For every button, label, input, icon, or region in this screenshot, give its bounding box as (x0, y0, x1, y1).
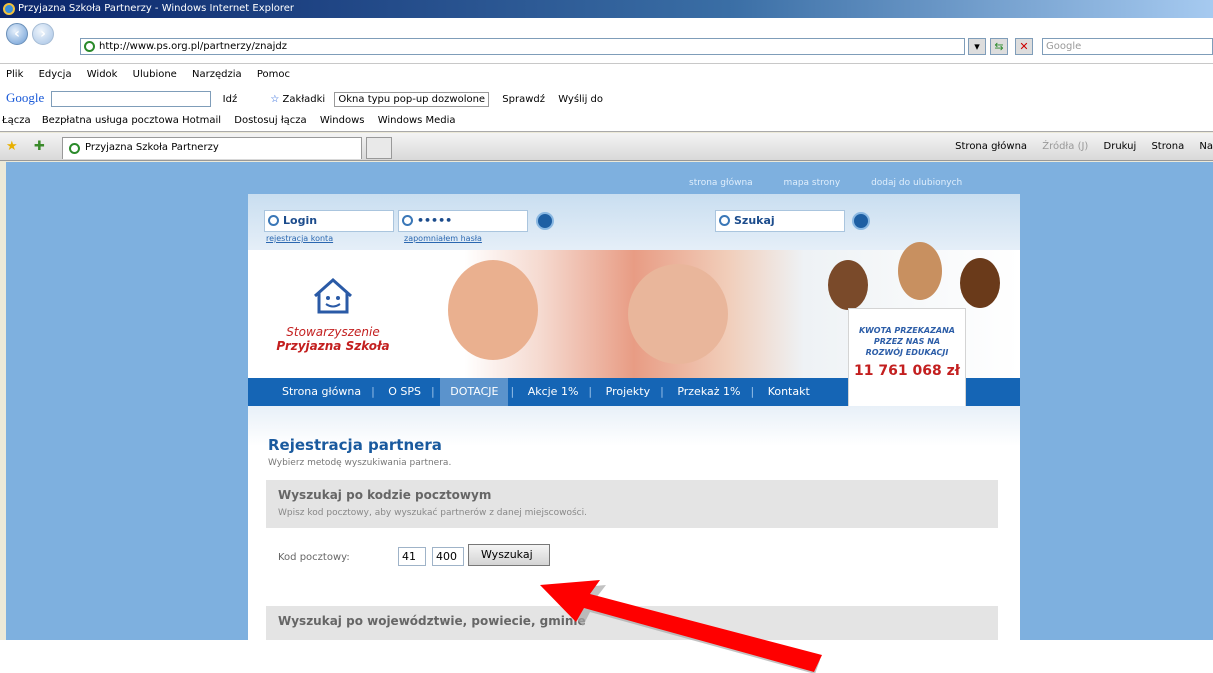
forward-button[interactable]: › (32, 23, 54, 45)
people-photo-3 (960, 258, 1000, 308)
section-postal-title: Wyszukaj po kodzie pocztowym (278, 488, 492, 502)
star-icon: ☆ (270, 94, 280, 105)
kwota-line2: PRZEZ NAS NA (873, 337, 941, 346)
login-go-button[interactable] (536, 212, 554, 230)
spellcheck-button[interactable]: Sprawdź (502, 94, 545, 105)
address-dropdown-button[interactable]: ▾ (968, 38, 986, 55)
people-photo-1 (828, 260, 868, 310)
links-bar: Łącza Bezpłatna usługa pocztowa Hotmail … (0, 110, 1213, 132)
page-button[interactable]: Strona (1151, 141, 1184, 152)
popup-button[interactable]: Okna typu pop-up dozwolone (334, 92, 490, 107)
login-field[interactable]: Login (264, 210, 394, 232)
postal-code-label: Kod pocztowy: (278, 552, 350, 563)
browser-window: Przyjazna Szkoła Partnerzy - Windows Int… (0, 0, 1213, 640)
page-subtitle: Wybierz metodę wyszukiwania partnera. (268, 458, 452, 468)
back-button[interactable]: ‹ (6, 23, 28, 45)
google-logo: Google (6, 90, 45, 105)
section-region: Wyszukaj po województwie, powiecie, gmin… (266, 606, 998, 640)
forgot-password-link[interactable]: zapomniałem hasła (404, 234, 482, 243)
send-button[interactable]: Wyślij do (558, 94, 603, 105)
site-favicon (84, 41, 95, 52)
bookmarks-button[interactable]: Zakładki (283, 94, 326, 105)
child-photo-1 (448, 260, 538, 360)
donation-box: KWOTA PRZEKAZANA PRZEZ NAS NA ROZWÓJ EDU… (848, 308, 966, 410)
tab-bar: ★ ✚ Przyjazna Szkoła Partnerzy Strona gł… (0, 133, 1213, 161)
refresh-icon[interactable]: ⇆ (990, 38, 1008, 55)
kwota-line3: ROZWÓJ EDUKACJI (865, 348, 949, 357)
google-search-input[interactable] (51, 91, 212, 107)
search-icon (719, 215, 730, 226)
ie-icon (3, 3, 15, 15)
title-bar: Przyjazna Szkoła Partnerzy - Windows Int… (0, 0, 1213, 18)
page-title: Rejestracja partnera (268, 436, 442, 454)
menu-help[interactable]: Pomoc (257, 69, 290, 80)
nav-projects[interactable]: Projekty (598, 378, 658, 406)
postal-code-part2[interactable]: 400 (432, 547, 464, 566)
link-hotmail[interactable]: Bezpłatna usługa pocztowa Hotmail (42, 115, 221, 126)
tab-active[interactable]: Przyjazna Szkoła Partnerzy (62, 137, 362, 159)
postal-code-part1[interactable]: 41 (398, 547, 426, 566)
tools-button[interactable]: Na (1199, 141, 1213, 152)
menu-bar: Plik Edycja Widok Ulubione Narzędzia Pom… (0, 64, 1213, 86)
nav-about[interactable]: O SPS (380, 378, 429, 406)
menu-view[interactable]: Widok (87, 69, 118, 80)
site-logo[interactable]: Stowarzyszenie Przyjazna Szkoła (268, 276, 398, 353)
favorites-star-icon[interactable]: ★ (6, 139, 18, 154)
menu-edit[interactable]: Edycja (39, 69, 72, 80)
nav-donate[interactable]: Przekaż 1% (669, 378, 748, 406)
site-page: Login rejestracja konta ••••• zapomniałe… (248, 194, 1020, 640)
child-photo-2 (628, 264, 728, 364)
print-button[interactable]: Drukuj (1104, 141, 1137, 152)
menu-favorites[interactable]: Ulubione (133, 69, 177, 80)
address-input[interactable]: http://www.ps.org.pl/partnerzy/znajdz (80, 38, 965, 55)
people-photo-2 (898, 242, 942, 300)
section-postal: Wyszukaj po kodzie pocztowym Wpisz kod p… (266, 480, 998, 528)
logo-line2: Przyjazna Szkoła (276, 339, 390, 353)
register-link[interactable]: rejestracja konta (266, 234, 333, 243)
link-customize[interactable]: Dostosuj łącza (234, 115, 306, 126)
menu-file[interactable]: Plik (6, 69, 23, 80)
search-go-button[interactable] (852, 212, 870, 230)
section-postal-desc: Wpisz kod pocztowy, aby wyszukać partner… (278, 508, 587, 518)
feeds-button[interactable]: Źródła (J) (1042, 141, 1088, 152)
tab-favicon (69, 143, 80, 154)
logo-line1: Stowarzyszenie (286, 325, 380, 339)
search-input[interactable]: Google (1042, 38, 1213, 55)
go-button[interactable]: Idź (223, 94, 238, 105)
nav-home[interactable]: Strona główna (274, 378, 369, 406)
kwota-amount: 11 761 068 zł (854, 363, 960, 379)
google-toolbar: Google Idź ☆ Zakładki Okna typu pop-up d… (0, 86, 1213, 110)
add-favorite-icon[interactable]: ✚ (34, 139, 45, 154)
page-viewport: strona główna mapa strony dodaj do ulubi… (6, 162, 1213, 640)
link-windows[interactable]: Windows (320, 115, 365, 126)
section-region-title: Wyszukaj po województwie, powiecie, gmin… (278, 614, 586, 628)
top-link-home[interactable]: strona główna (689, 178, 753, 188)
house-smile-icon (314, 277, 352, 314)
login-row: Login rejestracja konta ••••• zapomniałe… (248, 194, 1020, 252)
address-toolbar: ‹ › http://www.ps.org.pl/partnerzy/znajd… (0, 18, 1213, 64)
window-title: Przyjazna Szkoła Partnerzy - Windows Int… (18, 3, 295, 14)
new-tab-button[interactable] (366, 137, 392, 159)
user-icon (268, 215, 279, 226)
top-link-sitemap[interactable]: mapa strony (784, 178, 841, 188)
link-windows-media[interactable]: Windows Media (378, 115, 456, 126)
home-button[interactable]: Strona główna (955, 141, 1027, 152)
key-icon (402, 215, 413, 226)
command-bar: Strona główna Źródła (J) Drukuj Strona N… (943, 133, 1213, 161)
links-label: Łącza (2, 115, 31, 126)
menu-tools[interactable]: Narzędzia (192, 69, 242, 80)
site-search-field[interactable]: Szukaj (715, 210, 845, 232)
stop-icon[interactable]: ✕ (1015, 38, 1033, 55)
site-top-links: strona główna mapa strony dodaj do ulubi… (689, 178, 990, 188)
top-link-favorites[interactable]: dodaj do ulubionych (871, 178, 962, 188)
password-field[interactable]: ••••• (398, 210, 528, 232)
nav-contact[interactable]: Kontakt (760, 378, 818, 406)
search-button[interactable]: Wyszukaj (468, 544, 550, 566)
nav-grants[interactable]: DOTACJE (440, 378, 509, 406)
content-area: Rejestracja partnera Wybierz metodę wysz… (248, 406, 1020, 640)
nav-actions[interactable]: Akcje 1% (520, 378, 587, 406)
kwota-line1: KWOTA PRZEKAZANA (859, 326, 955, 335)
